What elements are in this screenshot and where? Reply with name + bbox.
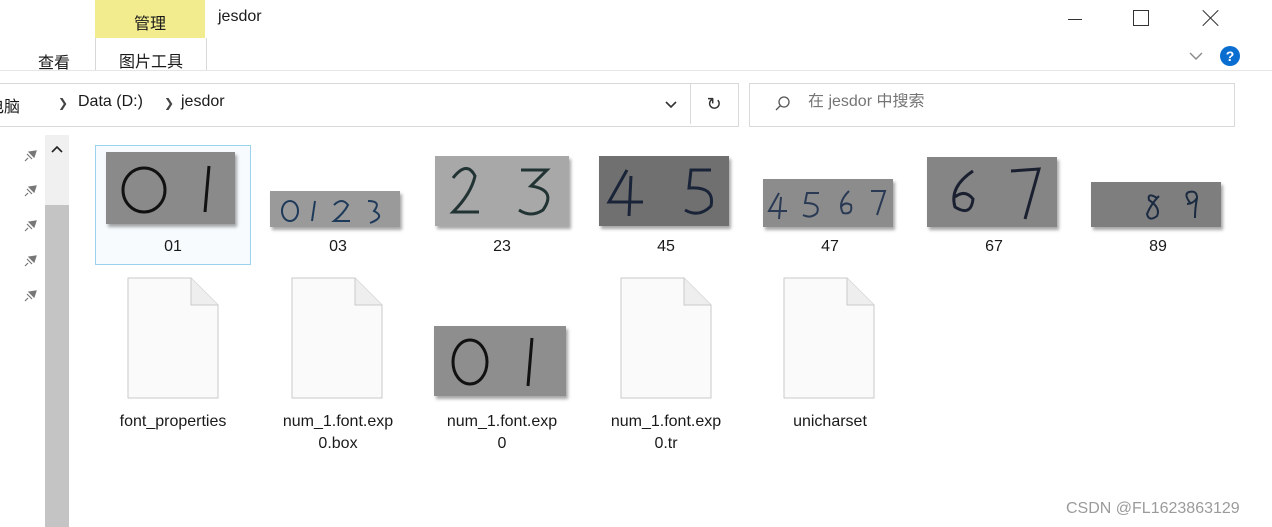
close-button[interactable] (1188, 0, 1234, 36)
manage-tab[interactable]: 管理 (95, 10, 205, 34)
pin-icon (24, 290, 37, 302)
pin-icon (24, 255, 37, 267)
file-name: 67 (985, 238, 1003, 255)
file-item-font-properties[interactable]: font_properties (97, 275, 249, 465)
watermark: CSDN @FL1623863129 (1066, 500, 1240, 517)
file-name: 47 (821, 238, 839, 255)
file-item-01[interactable]: 01 (97, 145, 249, 263)
file-item-67[interactable]: 67 (918, 145, 1070, 263)
blank-file-icon (620, 277, 712, 399)
file-item-23[interactable]: 23 (426, 145, 578, 263)
file-name: 23 (493, 238, 511, 255)
file-name-line2: 0 (497, 435, 507, 452)
maximize-icon (1133, 10, 1149, 26)
image-thumbnail (434, 326, 566, 396)
file-item-num-tr[interactable]: num_1.font.exp 0.tr (590, 275, 742, 465)
ribbon-expand-chevron-icon[interactable] (1186, 46, 1206, 66)
image-thumbnail (599, 156, 729, 226)
tab-picture-tools[interactable]: 图片工具 (95, 38, 207, 71)
minimize-icon (1068, 18, 1082, 20)
file-name: 45 (657, 238, 675, 255)
file-name: unicharset (793, 413, 867, 430)
image-thumbnail (106, 152, 235, 224)
breadcrumb-this-pc[interactable]: 电脑 (0, 93, 20, 117)
maximize-button[interactable] (1118, 0, 1164, 36)
image-thumbnail (1091, 182, 1221, 227)
blank-file-icon (783, 277, 875, 399)
ribbon-divider (0, 70, 1272, 71)
blank-file-icon (127, 277, 219, 399)
image-thumbnail (435, 156, 569, 226)
file-item-num-box[interactable]: num_1.font.exp 0.box (262, 275, 414, 465)
breadcrumb-folder[interactable]: jesdor (181, 93, 225, 111)
address-divider (690, 84, 691, 124)
pin-icon (24, 150, 37, 162)
file-name-line1: num_1.font.exp (610, 413, 722, 430)
breadcrumb-drive[interactable]: Data (D:) (78, 93, 143, 111)
file-name: font_properties (119, 413, 227, 430)
file-name: 03 (329, 238, 347, 255)
window-title: jesdor (218, 8, 262, 25)
breadcrumb-separator-icon[interactable]: ❯ (58, 96, 68, 110)
search-input[interactable] (808, 93, 1208, 111)
search-icon (775, 96, 790, 111)
file-name: 89 (1149, 238, 1167, 255)
blank-file-icon (291, 277, 383, 399)
image-thumbnail (763, 179, 893, 227)
file-item-45[interactable]: 45 (590, 145, 742, 263)
image-thumbnail (270, 191, 400, 227)
file-item-47[interactable]: 47 (754, 145, 906, 263)
close-icon (1202, 9, 1220, 27)
nav-scrollbar-thumb[interactable] (45, 205, 69, 527)
file-item-89[interactable]: 89 (1082, 145, 1234, 263)
breadcrumb-separator-icon[interactable]: ❯ (164, 96, 174, 110)
minimize-button[interactable] (1052, 0, 1098, 36)
file-item-unicharset[interactable]: unicharset (754, 275, 906, 465)
file-item-num-exp0[interactable]: num_1.font.exp 0 (426, 275, 578, 465)
file-name: 01 (164, 238, 182, 255)
file-name-line2: 0.tr (654, 435, 678, 452)
image-thumbnail (927, 157, 1057, 227)
refresh-icon[interactable]: ↻ (702, 92, 726, 116)
tab-picture-tools-label: 图片工具 (118, 54, 183, 71)
pin-icon (24, 220, 37, 232)
file-name-line1: num_1.font.exp (446, 413, 558, 430)
help-icon[interactable]: ? (1220, 46, 1240, 66)
file-name-line1: num_1.font.exp (282, 413, 394, 430)
file-item-03[interactable]: 03 (262, 145, 414, 263)
address-dropdown-chevron-icon[interactable] (662, 93, 680, 115)
scroll-up-chevron-icon[interactable] (49, 143, 65, 155)
file-name-line2: 0.box (318, 435, 358, 452)
breadcrumb-label: 电脑 (0, 99, 21, 116)
pin-icon (24, 185, 37, 197)
